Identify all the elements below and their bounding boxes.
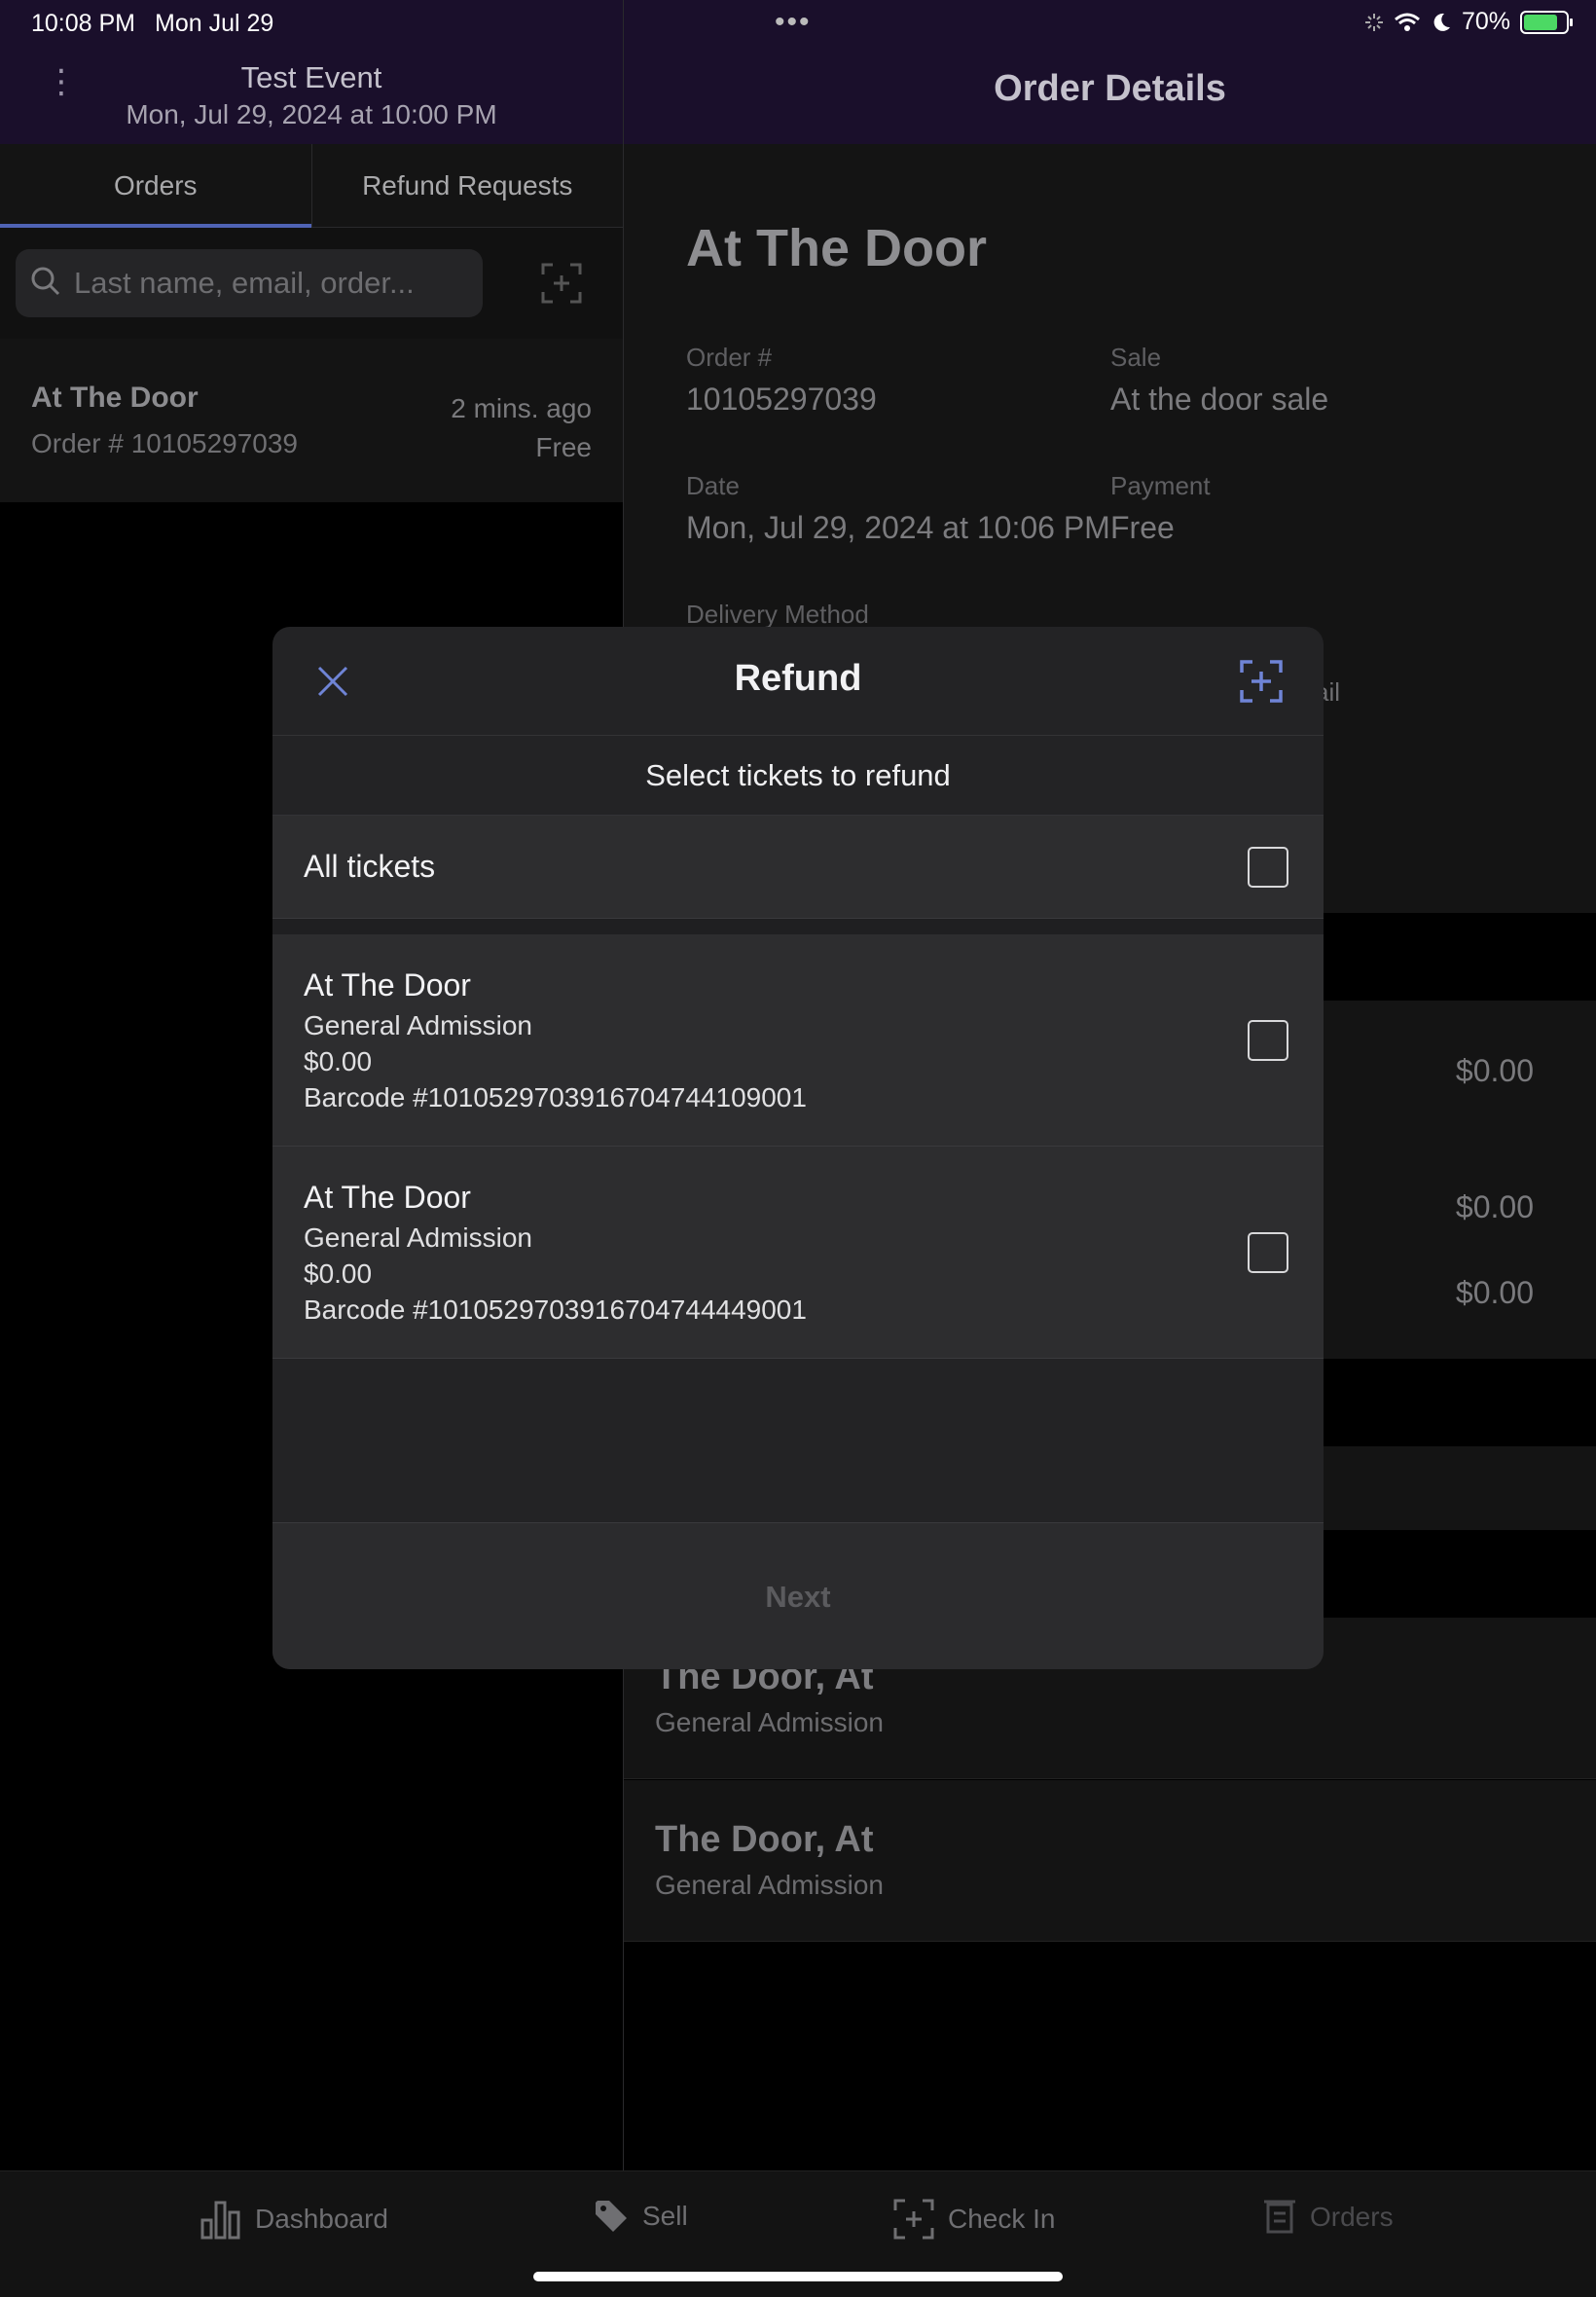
date-label: Date xyxy=(686,471,740,500)
modal-title: Refund xyxy=(734,658,862,699)
refund-modal: Refund Select tickets to refund All tick… xyxy=(272,627,1324,1669)
nav-dashboard-label: Dashboard xyxy=(255,2204,388,2234)
tab-bar: Orders Refund Requests xyxy=(0,144,623,228)
scan-barcode-icon[interactable] xyxy=(1240,660,1283,703)
order-title: At The Door xyxy=(31,382,199,414)
nav-check-in-label: Check In xyxy=(948,2204,1056,2234)
event-date: Mon, Jul 29, 2024 at 10:00 PM xyxy=(126,99,497,129)
attendee-ticket-type: General Admission xyxy=(655,1870,885,1900)
order-list-item[interactable]: At The Door Order # 10105297039 2 mins. … xyxy=(0,339,623,502)
battery-icon xyxy=(1520,10,1573,34)
ticket-checkbox[interactable] xyxy=(1248,1020,1288,1061)
ticket-barcode: Barcode #1010529703916704744109001 xyxy=(304,1082,807,1112)
activity-icon xyxy=(1364,13,1383,31)
all-tickets-row[interactable]: All tickets xyxy=(272,816,1324,919)
search-icon xyxy=(31,267,60,296)
all-tickets-label: All tickets xyxy=(304,849,436,884)
modal-subtitle: Select tickets to refund xyxy=(272,736,1324,816)
nav-dashboard[interactable]: Dashboard xyxy=(200,2199,388,2240)
receipt-icon xyxy=(1264,2200,1295,2234)
delivery-method-label: Delivery Method xyxy=(686,600,869,629)
search-input[interactable] xyxy=(74,249,473,317)
search-row xyxy=(0,228,623,339)
multitasking-dots[interactable]: ••• xyxy=(775,6,812,39)
price-row-2: $0.00 xyxy=(1455,1189,1534,1224)
modal-header: Refund xyxy=(272,627,1324,736)
order-time: 2 mins. ago xyxy=(451,393,592,423)
tab-orders[interactable]: Orders xyxy=(0,144,311,228)
sale-value: At the door sale xyxy=(1110,382,1329,417)
tag-icon xyxy=(596,2201,627,2232)
ticket-row[interactable]: At The Door General Admission $0.00 Barc… xyxy=(272,934,1324,1147)
price-row-1: $0.00 xyxy=(1455,1053,1534,1088)
ticket-barcode: Barcode #1010529703916704744449001 xyxy=(304,1294,807,1325)
next-button[interactable]: Next xyxy=(272,1522,1324,1669)
ticket-row[interactable]: At The Door General Admission $0.00 Barc… xyxy=(272,1147,1324,1359)
ticket-price: $0.00 xyxy=(304,1258,373,1289)
ticket-price: $0.00 xyxy=(304,1046,373,1076)
order-number-value: 10105297039 xyxy=(686,382,877,417)
order-number: Order # 10105297039 xyxy=(31,428,298,458)
home-indicator[interactable] xyxy=(533,2272,1063,2281)
status-indicators: 70% xyxy=(1364,8,1573,36)
ticket-type: General Admission xyxy=(304,1010,533,1040)
price-row-3: $0.00 xyxy=(1455,1275,1534,1310)
ticket-name: At The Door xyxy=(304,1180,471,1215)
tab-refund-requests[interactable]: Refund Requests xyxy=(310,144,624,227)
attendee-row[interactable]: The Door, At General Admission xyxy=(624,1780,1596,1942)
order-number-label: Order # xyxy=(686,343,773,372)
payment-label: Payment xyxy=(1110,471,1211,500)
page-title: Order Details xyxy=(994,68,1226,109)
scan-icon[interactable] xyxy=(541,263,582,304)
ticket-type: General Admission xyxy=(304,1222,533,1253)
order-price: Free xyxy=(535,432,592,462)
battery-percent: 70% xyxy=(1461,8,1510,35)
nav-orders-label: Orders xyxy=(1310,2202,1394,2232)
wifi-icon xyxy=(1394,13,1420,31)
sale-label: Sale xyxy=(1110,343,1162,372)
ticket-name: At The Door xyxy=(304,967,471,1003)
status-date: Mon Jul 29 xyxy=(155,10,274,37)
all-tickets-checkbox[interactable] xyxy=(1248,847,1288,888)
nav-check-in[interactable]: Check In xyxy=(893,2199,1056,2240)
scan-icon xyxy=(893,2199,934,2240)
attendee-ticket-type: General Admission xyxy=(655,1707,885,1737)
modal-spacer xyxy=(272,1359,1324,1520)
nav-sell-label: Sell xyxy=(642,2201,688,2231)
event-title: Test Event xyxy=(240,60,382,94)
status-bar: 10:08 PM Mon Jul 29 ••• 70% xyxy=(0,0,1596,47)
detail-title: At The Door xyxy=(686,219,987,277)
payment-value: Free xyxy=(1110,510,1175,545)
status-time: 10:08 PM xyxy=(31,10,136,37)
section-gap xyxy=(272,919,1324,934)
search-box[interactable] xyxy=(16,249,483,317)
date-value: Mon, Jul 29, 2024 at 10:06 PM xyxy=(686,510,1110,545)
ticket-checkbox[interactable] xyxy=(1248,1232,1288,1273)
bar-chart-icon xyxy=(200,2201,240,2240)
moon-icon xyxy=(1433,13,1450,31)
nav-sell[interactable]: Sell xyxy=(594,2199,688,2234)
nav-orders[interactable]: Orders xyxy=(1263,2199,1394,2236)
event-header: ⋮ Test Event Mon, Jul 29, 2024 at 10:00 … xyxy=(0,47,623,144)
attendee-name: The Door, At xyxy=(655,1819,874,1860)
